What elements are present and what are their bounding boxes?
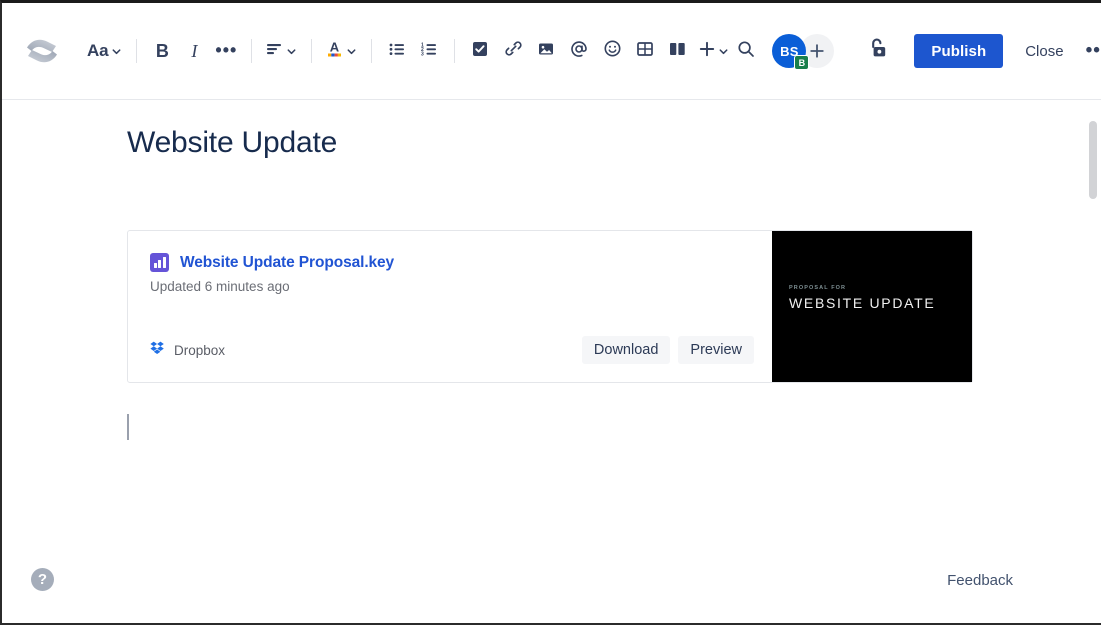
text-style-label: Aa [87, 41, 108, 61]
emoji-icon [604, 40, 621, 62]
file-attachment-card[interactable]: Website Update Proposal.key Updated 6 mi… [127, 230, 973, 383]
dropbox-icon [150, 341, 165, 360]
confluence-logo-icon [22, 34, 62, 68]
toolbar-group-insert [466, 35, 732, 67]
more-options-button[interactable]: ••• [1076, 34, 1101, 68]
toolbar-divider [136, 39, 137, 63]
bold-icon: B [156, 41, 169, 62]
mention-icon [570, 40, 588, 63]
feedback-link[interactable]: Feedback [947, 572, 1013, 589]
bold-button[interactable]: B [148, 35, 176, 67]
more-formatting-icon: ••• [215, 47, 237, 54]
file-thumbnail[interactable]: PROPOSAL FOR WEBSITE UPDATE [772, 231, 972, 382]
toolbar-divider [251, 39, 252, 63]
publish-button[interactable]: Publish [914, 34, 1003, 68]
file-source: Dropbox [150, 341, 225, 360]
plus-icon [809, 43, 825, 59]
confluence-editor-window: Aa B I ••• [0, 0, 1101, 625]
toolbar-divider [371, 39, 372, 63]
file-card-actions: Download Preview [582, 336, 754, 364]
toolbar-group-color: A [323, 35, 360, 67]
toolbar-divider [311, 39, 312, 63]
text-cursor [127, 414, 129, 440]
scrollbar-thumb[interactable] [1089, 121, 1097, 199]
numbered-list-button[interactable]: 1 2 3 [415, 35, 443, 67]
bullet-list-icon [389, 42, 405, 61]
chevron-down-icon [346, 46, 357, 57]
table-button[interactable] [631, 35, 659, 67]
toolbar-group-text-style: Aa [84, 35, 125, 67]
mention-button[interactable] [565, 35, 593, 67]
toolbar-group-lists: 1 2 3 [383, 35, 443, 67]
chevron-down-icon [286, 46, 297, 57]
restrictions-button[interactable] [864, 35, 892, 67]
chevron-down-icon [718, 46, 729, 57]
help-icon[interactable]: ? [31, 568, 54, 591]
unlock-icon [868, 37, 889, 65]
toolbar-group-inline: B I ••• [148, 35, 240, 67]
numbered-list-icon: 1 2 3 [421, 42, 437, 61]
text-style-dropdown[interactable]: Aa [84, 35, 125, 67]
file-header-row: Website Update Proposal.key [150, 253, 772, 272]
link-button[interactable] [499, 35, 527, 67]
keynote-file-icon [150, 253, 169, 272]
file-updated-text: Updated 6 minutes ago [150, 279, 772, 294]
file-source-label: Dropbox [174, 343, 225, 358]
svg-text:3: 3 [421, 51, 424, 56]
alignment-dropdown[interactable] [263, 35, 300, 67]
svg-text:A: A [330, 40, 340, 55]
file-name-link[interactable]: Website Update Proposal.key [180, 254, 394, 272]
file-card-details: Website Update Proposal.key Updated 6 mi… [128, 231, 772, 382]
text-color-dropdown[interactable]: A [323, 35, 360, 67]
file-card-footer: Dropbox Download Preview [150, 336, 754, 364]
search-button[interactable] [732, 35, 760, 67]
editor-toolbar: Aa B I ••• [2, 3, 1101, 100]
page-content: Website Update Website Update Proposal.k… [2, 100, 1101, 625]
task-list-button[interactable] [466, 35, 494, 67]
bullet-list-button[interactable] [383, 35, 411, 67]
checkbox-icon [472, 41, 488, 62]
emoji-button[interactable] [598, 35, 626, 67]
page-title[interactable]: Website Update [127, 126, 337, 160]
close-button[interactable]: Close [1013, 34, 1075, 68]
layout-columns-icon [669, 41, 686, 62]
search-icon [737, 40, 755, 63]
thumbnail-title: WEBSITE UPDATE [789, 295, 935, 311]
avatar[interactable]: BS B [772, 34, 806, 68]
download-button[interactable]: Download [582, 336, 671, 364]
image-icon [538, 41, 554, 62]
preview-button[interactable]: Preview [678, 336, 754, 364]
more-formatting-button[interactable]: ••• [212, 35, 240, 67]
toolbar-group-align [263, 35, 300, 67]
align-left-icon [266, 42, 283, 61]
avatar-badge: B [794, 55, 809, 70]
link-icon [505, 40, 522, 62]
layout-button[interactable] [663, 35, 691, 67]
plus-icon [699, 41, 715, 62]
toolbar-divider [454, 39, 455, 63]
text-color-icon: A [326, 39, 343, 63]
image-button[interactable] [532, 35, 560, 67]
insert-dropdown[interactable] [696, 35, 732, 67]
chevron-down-icon [111, 46, 122, 57]
italic-button[interactable]: I [180, 35, 208, 67]
thumbnail-kicker: PROPOSAL FOR [789, 285, 846, 291]
italic-icon: I [191, 41, 197, 62]
table-icon [637, 41, 653, 62]
